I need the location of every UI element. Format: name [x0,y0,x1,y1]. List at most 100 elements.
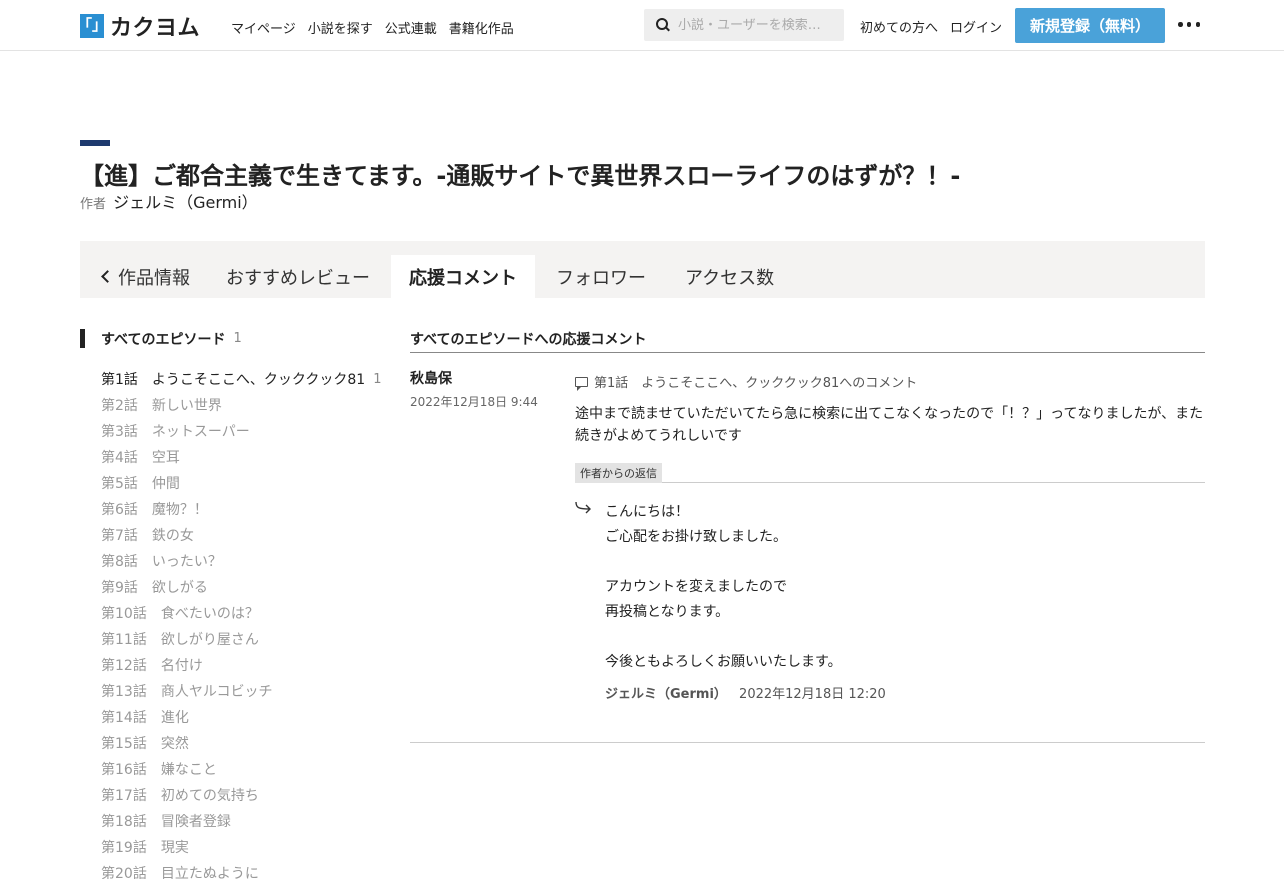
tab-work-info[interactable]: 作品情報 [100,255,190,298]
all-episodes-label: すべてのエピソード [101,331,226,348]
nav-mypage[interactable]: マイページ [231,18,296,37]
nav-books[interactable]: 書籍化作品 [449,18,514,37]
commenter-name[interactable]: 秋島保 [410,368,452,388]
more-menu-icon[interactable] [1178,22,1200,28]
search-icon[interactable] [644,9,678,41]
nav-find-novels[interactable]: 小説を探す [308,18,373,37]
episode-title: 空耳 [151,450,180,466]
episode-item[interactable]: 第1話 ようこそここへ、クッククック81 1 [101,366,391,392]
reply-date: 2022年12月18日 12:20 [739,687,886,702]
comment-body: 途中まで読ませていただいてたら急に検索に出てこなくなったので「！？」ってなりまし… [575,406,1204,444]
comment-date: 2022年12月18日 9:44 [410,395,538,409]
comment-episode-link[interactable]: 第1話 ようこそここへ、クッククック81へのコメント [575,372,917,391]
all-episodes-count: 1 [233,331,242,346]
episode-title: いったい？ [151,554,222,570]
episode-item[interactable]: 第5話 仲間 [101,470,391,496]
episode-item[interactable]: 第9話 欲しがる [101,574,391,600]
episode-item[interactable]: 第7話 鉄の女 [101,522,391,548]
tab-label: 応援コメント [409,267,517,289]
episode-number: 第16話 [101,762,147,778]
search-box [644,9,844,41]
reply-line: アカウントを変えましたので [605,578,787,595]
logo-text: カクヨム [110,15,201,41]
episode-title: 魔物？！ [151,502,208,518]
episode-title: 冒険者登録 [160,814,231,830]
episode-item[interactable]: 第19話 現実 [101,834,391,860]
episode-number: 第4話 [101,450,138,466]
episode-number: 第1話 [101,372,138,388]
reply-divider [575,463,1205,483]
episode-title: 欲しがる [151,580,208,596]
tab-followers[interactable]: フォロワー [556,255,646,298]
episode-list: 第1話 ようこそここへ、クッククック81 1 第2話 新しい世界 第3話 ネットスーパー 第4… [101,366,391,879]
episode-number: 第6話 [101,502,138,518]
episode-item[interactable]: 第16話 嫌なこと [101,756,391,782]
episode-number: 第7話 [101,528,138,544]
episode-title: 目立たぬように [160,866,259,879]
episode-number: 第10話 [101,606,147,622]
episode-number: 第17話 [101,788,147,804]
nav-official[interactable]: 公式連載 [385,18,437,37]
reply-line: 今後ともよろしくお願いいたします。 [605,653,842,670]
episode-number: 第12話 [101,658,147,674]
work-title[interactable]: 【進】ご都合主義で生きてます。-通販サイトで異世界スローライフのはずが？！- [80,156,960,191]
episode-item[interactable]: 第2話 新しい世界 [101,392,391,418]
episode-item[interactable]: 第10話 食べたいのは？ [101,600,391,626]
site-header: 「」 カクヨム マイページ 小説を探す 公式連載 書籍化作品 初めての方へ ログ… [0,0,1284,51]
episode-title: 食べたいのは？ [160,606,259,622]
episode-number: 第15話 [101,736,147,752]
reply-author[interactable]: ジェルミ（Germi） [605,687,727,702]
all-episodes-heading[interactable]: すべてのエピソード 1 [80,329,242,348]
reply-line: こんにちは！ [605,503,689,520]
tab-label: 作品情報 [118,267,190,289]
beginner-link[interactable]: 初めての方へ [860,17,938,36]
login-link[interactable]: ログイン [950,17,1002,36]
episode-item[interactable]: 第3話 ネットスーパー [101,418,391,444]
episode-title: 進化 [160,710,189,726]
comment-episode-label: 第1話 ようこそここへ、クッククック81へのコメント [594,376,918,391]
reply-footer: ジェルミ（Germi） 2022年12月18日 12:20 [605,683,886,702]
episode-item[interactable]: 第15話 突然 [101,730,391,756]
episode-title: 仲間 [151,476,180,492]
episode-number: 第13話 [101,684,147,700]
main-nav: マイページ 小説を探す 公式連載 書籍化作品 [231,18,526,37]
episode-item[interactable]: 第4話 空耳 [101,444,391,470]
episode-item[interactable]: 第8話 いったい？ [101,548,391,574]
search-input[interactable] [678,17,838,33]
author-label: 作者 [80,197,107,212]
reply-line: 再投稿となります。 [605,603,730,620]
episode-title: 鉄の女 [151,528,194,544]
episode-item[interactable]: 第12話 名付け [101,652,391,678]
episode-title: 嫌なこと [160,762,217,778]
work-tabs: 作品情報 おすすめレビュー 応援コメント フォロワー アクセス数 [80,241,1205,298]
episode-item[interactable]: 第6話 魔物？！ [101,496,391,522]
comments-heading: すべてのエピソードへの応援コメント [410,329,1205,353]
episode-item[interactable]: 第18話 冒険者登録 [101,808,391,834]
reply-body: こんにちは！ ご心配をお掛け致しました。 アカウントを変えましたので 再投稿となります… [605,498,842,673]
episode-item[interactable]: 第20話 目立たぬように [101,860,391,879]
episode-number: 第8話 [101,554,138,570]
episode-item[interactable]: 第17話 初めての気持ち [101,782,391,808]
author-line: 作者 ジェルミ（Germi） [80,189,258,213]
tab-reviews[interactable]: おすすめレビュー [226,255,370,298]
author-reply-tag: 作者からの返信 [575,463,662,483]
episode-title: 欲しがり屋さん [160,632,259,648]
chevron-left-icon [101,270,114,283]
tab-access[interactable]: アクセス数 [685,255,774,298]
episode-title: 初めての気持ち [160,788,259,804]
episode-number: 第14話 [101,710,147,726]
episode-item[interactable]: 第13話 商人ヤルコビッチ [101,678,391,704]
tab-comments[interactable]: 応援コメント [391,255,535,298]
logo-mark: 「」 [77,13,107,38]
tab-label: アクセス数 [685,267,775,289]
title-accent-bar [80,140,110,146]
author-name[interactable]: ジェルミ（Germi） [113,193,258,212]
episode-number: 第18話 [101,814,147,830]
site-logo[interactable]: 「」 カクヨム [77,12,201,41]
heading-marker [80,329,85,348]
episode-item[interactable]: 第11話 欲しがり屋さん [101,626,391,652]
episode-item[interactable]: 第14話 進化 [101,704,391,730]
tab-label: おすすめレビュー [226,267,370,289]
episode-title: 新しい世界 [151,398,222,414]
signup-button[interactable]: 新規登録（無料） [1015,8,1165,43]
